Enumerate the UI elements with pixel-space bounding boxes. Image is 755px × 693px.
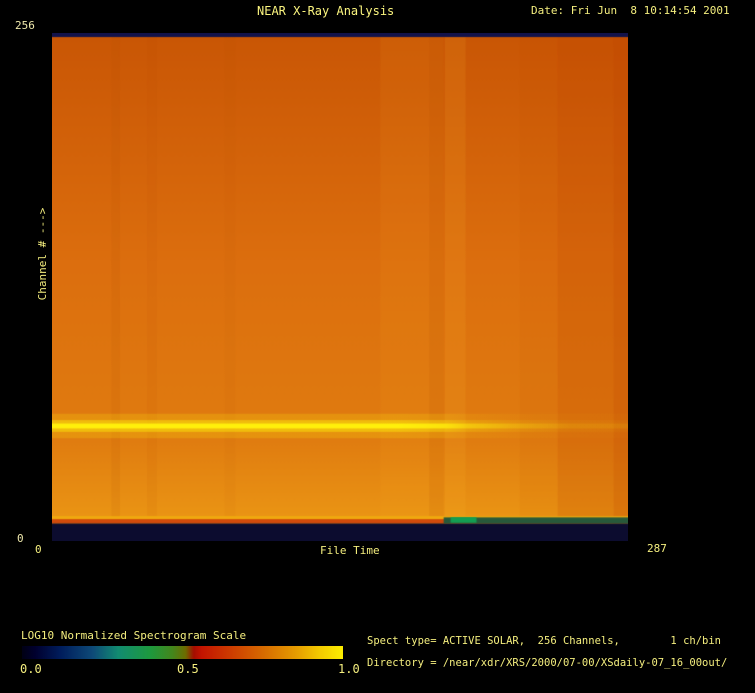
x-axis-max-label: 287: [647, 542, 667, 555]
directory-label: Directory = /near/xdr/XRS/2000/07-00/XSd…: [367, 657, 728, 669]
spectrogram-plot: [52, 33, 628, 541]
y-axis-max-label: 256: [15, 19, 35, 32]
colorbar-tick-max: 1.0: [338, 662, 360, 676]
y-axis-label: Channel # --->: [35, 207, 49, 301]
page-title: NEAR X-Ray Analysis: [257, 4, 395, 18]
x-axis-min-label: 0: [35, 543, 42, 556]
date-label: Date: Fri Jun 8 10:14:54 2001: [531, 4, 730, 17]
x-axis-label: File Time: [320, 544, 380, 557]
y-axis-min-label: 0: [17, 532, 24, 545]
colorbar-title: LOG10 Normalized Spectrogram Scale: [21, 629, 247, 642]
near-xray-analysis-window: NEAR X-Ray Analysis Date: Fri Jun 8 10:1…: [0, 0, 755, 693]
spect-type-label: Spect type= ACTIVE SOLAR, 256 Channels, …: [367, 635, 722, 647]
colorbar-tick-min: 0.0: [20, 662, 42, 676]
colorbar-gradient: [22, 646, 343, 659]
colorbar-tick-mid: 0.5: [177, 662, 199, 676]
